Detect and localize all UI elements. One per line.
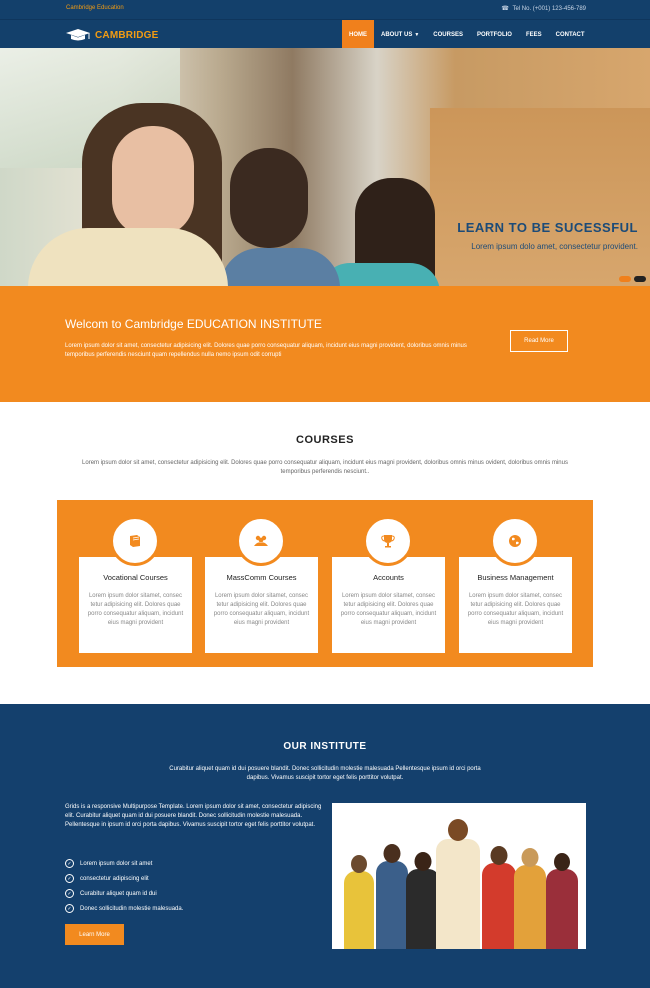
phone-icon: ☎ [501, 6, 509, 12]
courses-description: Lorem ipsum dolor sit amet, consectetur … [82, 460, 568, 475]
slider-pagination [616, 276, 646, 282]
course-icon-circle [236, 516, 286, 566]
course-card-title: Vocational Courses [103, 573, 168, 582]
list-item-label: Lorem ipsum dolor sit amet [80, 860, 153, 867]
photo-student [376, 844, 408, 949]
institute-feature-list: ✓ Lorem ipsum dolor sit amet ✓ consectetur… [65, 856, 183, 916]
hero-student-face [112, 126, 194, 236]
globe-icon [509, 535, 521, 547]
course-card[interactable]: Business Management Lorem ipsum dolor si… [459, 557, 572, 653]
list-item-label: Donec sollicitudin molestie malesuada. [80, 905, 184, 912]
phone-number: Tel No. (+001) 123-456-789 [512, 6, 586, 12]
phone-info: ☎ Tel No. (+001) 123-456-789 [501, 5, 586, 12]
nav-courses-label: COURSES [433, 31, 463, 38]
list-item: ✓ Curabitur aliquet quam id dui [65, 886, 183, 901]
list-item-label: Curabitur aliquet quam id dui [80, 890, 157, 897]
nav-courses[interactable]: COURSES [426, 20, 470, 49]
logo-text: CAMBRIDGE [95, 29, 159, 41]
courses-heading: COURSES [296, 434, 354, 446]
welcome-text: Lorem ipsum dolor sit amet, consectetur … [65, 343, 467, 358]
list-item: ✓ Lorem ipsum dolor sit amet [65, 856, 183, 871]
institute-description: Curabitur aliquet quam id dui posuere bl… [169, 766, 481, 781]
nav-about-label: ABOUT US [381, 31, 413, 38]
nav-home[interactable]: HOME [342, 20, 374, 49]
nav-fees-label: FEES [525, 31, 542, 38]
nav-about-us[interactable]: ABOUT US ▼ [374, 20, 426, 49]
nav-portfolio-label: PORTFOLIO [476, 31, 512, 38]
institute-paragraph: Grids is a responsive Multipurpose Templ… [65, 804, 322, 828]
hero-subtitle: Lorem ipsum dolo amet, consectetur provi… [471, 242, 638, 251]
list-item: ✓ Donec sollicitudin molestie malesuada. [65, 901, 183, 916]
hero-title: LEARN TO BE SUCESSFUL [457, 220, 638, 235]
nav-contact-label: CONTACT [555, 31, 585, 38]
learn-more-button[interactable]: Learn More [65, 924, 124, 945]
check-circle-icon: ✓ [65, 859, 74, 868]
course-icon-circle [363, 516, 413, 566]
institute-heading: OUR INSTITUTE [283, 741, 367, 752]
users-icon [254, 535, 268, 546]
book-icon [130, 535, 140, 547]
photo-student [546, 853, 578, 949]
course-card-text: Lorem ipsum dolor sitamet, consec tetur … [87, 593, 184, 626]
course-card-text: Lorem ipsum dolor sitamet, consec tetur … [340, 593, 437, 626]
list-item: ✓ consectetur adipiscing elit [65, 871, 183, 886]
check-circle-icon: ✓ [65, 904, 74, 913]
photo-student [436, 819, 480, 949]
nav-home-label: HOME [349, 31, 367, 38]
top-brand-text: Cambridge Education [66, 5, 124, 11]
students-group-photo [332, 803, 586, 949]
welcome-title: Welcom to Cambridge EDUCATION INSTITUTE [65, 317, 322, 331]
check-circle-icon: ✓ [65, 889, 74, 898]
trophy-icon [381, 535, 395, 548]
main-nav: CAMBRIDGE HOME ABOUT US ▼ COURSES PORTFOL… [0, 19, 650, 49]
course-card[interactable]: Accounts Lorem ipsum dolor sitamet, cons… [332, 557, 445, 653]
photo-student [406, 852, 440, 949]
course-card[interactable]: MassComm Courses Lorem ipsum dolor sitam… [205, 557, 318, 653]
course-card-title: Accounts [373, 573, 404, 582]
photo-student [514, 848, 546, 949]
course-icon-circle [490, 516, 540, 566]
caret-down-icon: ▼ [414, 31, 420, 38]
course-card[interactable]: Vocational Courses Lorem ipsum dolor sit… [79, 557, 192, 653]
course-card-text: Lorem ipsum dolor sitamet, consec tetur … [467, 593, 564, 626]
course-card-title: Business Management [477, 573, 554, 582]
read-more-button[interactable]: Read More [510, 330, 568, 352]
hero-background-wall [430, 108, 650, 286]
course-card-text: Lorem ipsum dolor sitamet, consec tetur … [213, 593, 310, 626]
top-bar: Cambridge Education ☎ Tel No. (+001) 123… [0, 0, 650, 19]
list-item-label: consectetur adipiscing elit [80, 875, 149, 882]
photo-student [482, 846, 516, 949]
graduation-cap-icon [65, 28, 91, 42]
course-icon-circle [110, 516, 160, 566]
nav-portfolio[interactable]: PORTFOLIO [470, 20, 519, 49]
course-card-title: MassComm Courses [226, 573, 297, 582]
check-circle-icon: ✓ [65, 874, 74, 883]
hero-slider: LEARN TO BE SUCESSFUL Lorem ipsum dolo a… [0, 48, 650, 286]
hero-student-figure [220, 248, 340, 286]
slider-dot[interactable] [634, 276, 646, 282]
hero-student-figure [230, 148, 308, 248]
nav-fees[interactable]: FEES [519, 20, 549, 49]
nav-contact[interactable]: CONTACT [549, 20, 592, 49]
nav-menu: HOME ABOUT US ▼ COURSES PORTFOLIO FEES CO… [342, 20, 592, 49]
hero-student-figure [28, 228, 228, 286]
slider-dot-active[interactable] [619, 276, 631, 282]
photo-student [344, 855, 374, 949]
site-logo[interactable]: CAMBRIDGE [65, 27, 158, 43]
